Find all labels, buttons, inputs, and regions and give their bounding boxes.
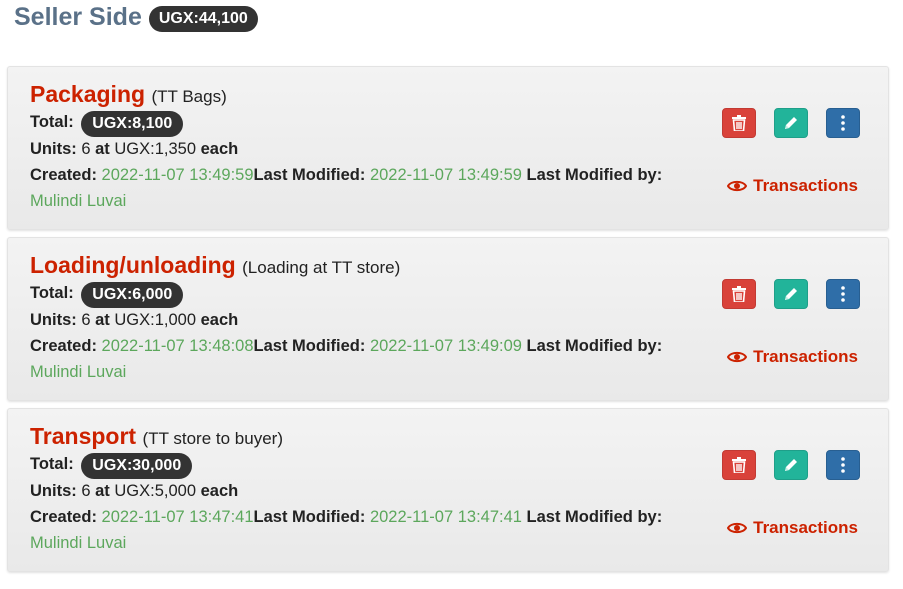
at-label: at xyxy=(95,311,110,329)
units-value: 6 xyxy=(81,482,91,500)
expense-name: Loading/unloading xyxy=(30,252,236,278)
expense-card-body: Transport (TT store to buyer) Total: UGX… xyxy=(30,421,730,556)
last-modified-date: 2022-11-07 13:47:41 xyxy=(369,508,522,526)
total-badge: UGX:8,100 xyxy=(81,111,184,137)
expense-card: Transport (TT store to buyer) Total: UGX… xyxy=(7,408,889,572)
edit-button[interactable] xyxy=(774,279,808,309)
last-modified-label: Last Modified: xyxy=(253,166,366,184)
expense-heading: Packaging (TT Bags) xyxy=(30,79,730,109)
last-modified-date: 2022-11-07 13:49:09 xyxy=(369,337,522,355)
card-actions xyxy=(722,279,860,309)
expense-card-body: Packaging (TT Bags) Total: UGX:8,100 Uni… xyxy=(30,79,730,214)
expense-description: (TT store to buyer) xyxy=(142,429,283,448)
expense-heading: Transport (TT store to buyer) xyxy=(30,421,730,451)
at-label: at xyxy=(95,482,110,500)
delete-button[interactable] xyxy=(722,108,756,138)
delete-button[interactable] xyxy=(722,450,756,480)
created-label: Created: xyxy=(30,166,97,184)
expense-name: Packaging xyxy=(30,81,146,107)
each-label: each xyxy=(200,140,239,158)
more-options-button[interactable] xyxy=(826,450,860,480)
eye-icon xyxy=(727,351,748,363)
vertical-dots-icon xyxy=(841,286,845,302)
total-row: Total: UGX:30,000 xyxy=(30,451,730,479)
seller-total-badge: UGX:44,100 xyxy=(148,5,258,32)
delete-button[interactable] xyxy=(722,279,756,309)
pencil-icon xyxy=(785,117,797,129)
more-options-button[interactable] xyxy=(826,108,860,138)
transactions-link[interactable]: Transactions xyxy=(727,176,858,196)
each-label: each xyxy=(200,482,239,500)
modified-by-user: Mulindi Luvai xyxy=(30,192,127,210)
total-row: Total: UGX:8,100 xyxy=(30,109,730,137)
unit-price: UGX:1,000 xyxy=(114,311,197,329)
trash-icon xyxy=(732,115,746,131)
created-label: Created: xyxy=(30,337,97,355)
transactions-label: Transactions xyxy=(753,347,858,366)
last-modified-by-label: Last Modified by: xyxy=(526,166,663,184)
total-row: Total: UGX:6,000 xyxy=(30,280,730,308)
last-modified-date: 2022-11-07 13:49:59 xyxy=(369,166,522,184)
total-label: Total: xyxy=(30,284,74,302)
created-label: Created: xyxy=(30,508,97,526)
units-label: Units: xyxy=(30,140,77,158)
pencil-icon xyxy=(785,288,797,300)
expense-description: (TT Bags) xyxy=(151,87,227,106)
expense-description: (Loading at TT store) xyxy=(242,258,401,277)
page-header: Seller Side UGX:44,100 xyxy=(14,3,258,32)
audit-row: Created: 2022-11-07 13:47:41Last Modifie… xyxy=(30,504,730,530)
pencil-icon xyxy=(785,459,797,471)
last-modified-label: Last Modified: xyxy=(253,337,366,355)
seller-side-page: Seller Side UGX:44,100 Packaging (TT Bag… xyxy=(0,0,903,589)
trash-icon xyxy=(732,286,746,302)
units-row: Units: 6 at UGX:1,000 each xyxy=(30,307,730,333)
units-row: Units: 6 at UGX:1,350 each xyxy=(30,136,730,162)
at-label: at xyxy=(95,140,110,158)
modified-by-user: Mulindi Luvai xyxy=(30,534,127,552)
expense-name: Transport xyxy=(30,423,137,449)
more-options-button[interactable] xyxy=(826,279,860,309)
total-label: Total: xyxy=(30,113,74,131)
transactions-label: Transactions xyxy=(753,518,858,537)
trash-icon xyxy=(732,457,746,473)
units-label: Units: xyxy=(30,482,77,500)
last-modified-by-label: Last Modified by: xyxy=(526,508,663,526)
audit-row: Created: 2022-11-07 13:49:59Last Modifie… xyxy=(30,162,730,188)
created-date: 2022-11-07 13:48:08 xyxy=(101,337,254,355)
page-title: Seller Side xyxy=(14,3,142,31)
total-badge: UGX:30,000 xyxy=(81,453,193,479)
transactions-link[interactable]: Transactions xyxy=(727,518,858,538)
units-label: Units: xyxy=(30,311,77,329)
edit-button[interactable] xyxy=(774,108,808,138)
created-date: 2022-11-07 13:47:41 xyxy=(101,508,254,526)
each-label: each xyxy=(200,311,239,329)
modified-by-user: Mulindi Luvai xyxy=(30,363,127,381)
card-actions xyxy=(722,450,860,480)
unit-price: UGX:5,000 xyxy=(114,482,197,500)
expense-card: Packaging (TT Bags) Total: UGX:8,100 Uni… xyxy=(7,66,889,230)
eye-icon xyxy=(727,522,748,534)
card-actions xyxy=(722,108,860,138)
expense-card: Loading/unloading (Loading at TT store) … xyxy=(7,237,889,401)
eye-icon xyxy=(727,180,748,192)
last-modified-label: Last Modified: xyxy=(253,508,366,526)
expense-card-body: Loading/unloading (Loading at TT store) … xyxy=(30,250,730,385)
units-value: 6 xyxy=(81,311,91,329)
units-row: Units: 6 at UGX:5,000 each xyxy=(30,478,730,504)
units-value: 6 xyxy=(81,140,91,158)
vertical-dots-icon xyxy=(841,115,845,131)
transactions-link[interactable]: Transactions xyxy=(727,347,858,367)
audit-row: Created: 2022-11-07 13:48:08Last Modifie… xyxy=(30,333,730,359)
unit-price: UGX:1,350 xyxy=(114,140,197,158)
total-badge: UGX:6,000 xyxy=(81,282,184,308)
expense-heading: Loading/unloading (Loading at TT store) xyxy=(30,250,730,280)
edit-button[interactable] xyxy=(774,450,808,480)
last-modified-by-label: Last Modified by: xyxy=(526,337,663,355)
vertical-dots-icon xyxy=(841,457,845,473)
total-label: Total: xyxy=(30,455,74,473)
transactions-label: Transactions xyxy=(753,176,858,195)
created-date: 2022-11-07 13:49:59 xyxy=(101,166,254,184)
